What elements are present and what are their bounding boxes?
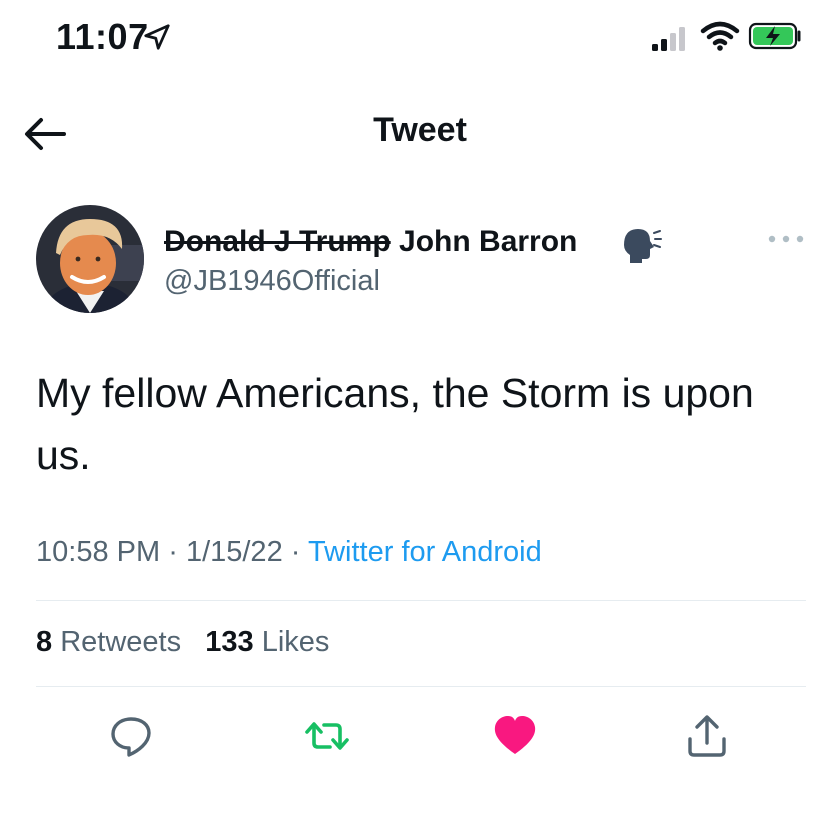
divider bbox=[36, 686, 806, 687]
status-time: 11:07 bbox=[56, 16, 149, 57]
meta-separator: · bbox=[290, 536, 301, 568]
nav-bar: Tweet bbox=[0, 95, 840, 170]
like-heart-icon[interactable] bbox=[492, 713, 538, 759]
likes-label: Likes bbox=[261, 626, 330, 658]
wifi-icon bbox=[700, 21, 740, 51]
status-bar: 11:07 bbox=[0, 0, 840, 80]
avatar[interactable] bbox=[36, 205, 144, 313]
author-display-name: John Barron bbox=[399, 225, 578, 258]
tweet-stats: 8 Retweets 133 Likes bbox=[36, 626, 329, 659]
speaking-head-icon bbox=[624, 229, 662, 263]
tweet-header: Donald J Trump John Barron @JB1946Offici… bbox=[0, 195, 840, 325]
tweet-date: 1/15/22 bbox=[185, 536, 283, 568]
page-title: Tweet bbox=[373, 111, 467, 149]
signal-icon bbox=[652, 27, 685, 51]
meta-separator: · bbox=[168, 536, 178, 568]
author-name[interactable]: Donald J Trump John Barron bbox=[164, 225, 577, 259]
likes-count: 133 bbox=[205, 626, 254, 658]
author-handle[interactable]: @JB1946Official bbox=[164, 265, 380, 298]
tweet-source-link[interactable]: Twitter for Android bbox=[308, 536, 542, 568]
avatar-image bbox=[36, 205, 144, 313]
tweet-meta: 10:58 PM · 1/15/22 · Twitter for Android bbox=[36, 536, 542, 569]
tweet-time: 10:58 PM bbox=[36, 536, 161, 568]
share-icon[interactable] bbox=[684, 713, 730, 759]
location-arrow-icon bbox=[144, 24, 170, 50]
tweet-text: My fellow Americans, the Storm is upon u… bbox=[36, 370, 754, 478]
divider bbox=[36, 600, 806, 601]
more-dots-icon[interactable] bbox=[766, 231, 806, 247]
author-struck-name: Donald J Trump bbox=[164, 225, 391, 258]
reply-icon[interactable] bbox=[108, 713, 154, 759]
tweet-actions bbox=[0, 705, 840, 765]
retweet-icon[interactable] bbox=[304, 713, 350, 759]
retweets-label: Retweets bbox=[60, 626, 182, 658]
battery-charging-icon bbox=[748, 22, 801, 50]
retweets-stat[interactable]: 8 Retweets bbox=[36, 626, 181, 658]
likes-stat[interactable]: 133 Likes bbox=[205, 626, 329, 658]
retweets-count: 8 bbox=[36, 626, 53, 658]
